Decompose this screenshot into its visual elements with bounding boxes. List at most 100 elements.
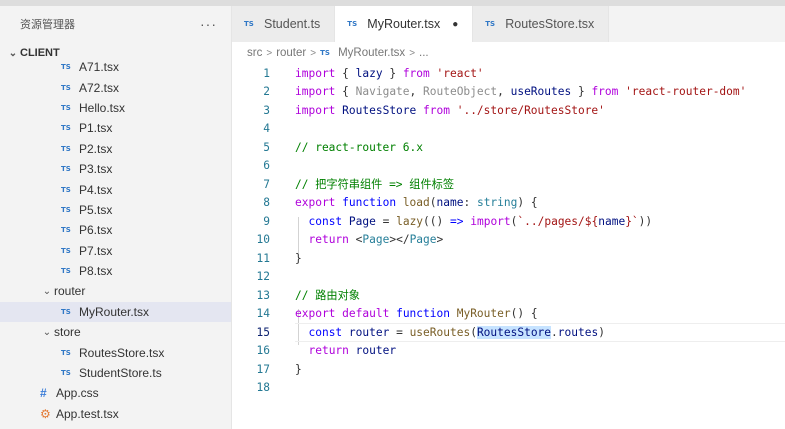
code-token: // 路由对象 <box>295 289 360 303</box>
code-text: // 路由对象 <box>295 287 360 303</box>
typescript-icon: TS <box>61 103 71 112</box>
code-token: return <box>308 344 349 358</box>
typescript-icon: TS <box>61 83 71 92</box>
file-item[interactable]: TS P2.tsx <box>0 139 231 159</box>
breadcrumb-item[interactable]: src <box>247 47 262 59</box>
code-line[interactable]: 16 return router <box>232 342 785 361</box>
file-item[interactable]: TS P7.tsx <box>0 241 231 261</box>
chevron-right-icon: > <box>409 47 416 59</box>
file-item[interactable]: TS P1.tsx <box>0 118 231 138</box>
tab-label: MyRouter.tsx <box>367 17 441 31</box>
file-item[interactable]: ⚙ App.test.tsx <box>0 404 231 424</box>
tab-routesstore-tsx[interactable]: TS RoutesStore.tsx <box>473 6 610 42</box>
code-line[interactable]: 7 // 把字符串组件 => 组件标签 <box>232 175 785 194</box>
unsaved-dot-icon[interactable]: ● <box>452 19 458 30</box>
code-editor[interactable]: 1 import { lazy } from 'react' 2 import { N… <box>232 64 785 429</box>
code-token: `../pages/${ <box>517 214 599 228</box>
code-token: > <box>436 233 444 247</box>
file-item[interactable]: TS Hello.tsx <box>0 98 231 118</box>
code-line[interactable]: 12 <box>232 268 785 287</box>
line-number: 12 <box>256 270 270 284</box>
code-token: export <box>295 307 336 321</box>
file-label: App.css <box>56 386 99 401</box>
folder-item[interactable]: ⌄ store <box>0 322 231 342</box>
file-item[interactable]: TS P6.tsx <box>0 220 231 240</box>
file-label: P8.tsx <box>79 264 113 279</box>
code-line[interactable]: 11} <box>232 249 785 268</box>
tab-myrouter-tsx[interactable]: TS MyRouter.tsx ● <box>335 6 474 42</box>
code-line[interactable]: 8 export function load(name: string) { <box>232 194 785 213</box>
file-item[interactable]: TS P4.tsx <box>0 179 231 199</box>
file-item[interactable]: TS P8.tsx <box>0 261 231 281</box>
code-token: import <box>295 85 336 99</box>
code-token: ) <box>598 325 605 339</box>
file-label: P2.tsx <box>79 141 113 156</box>
typescript-icon: TS <box>61 246 71 255</box>
file-label: MyRouter.tsx <box>79 304 150 319</box>
file-item[interactable]: TS A72.tsx <box>0 77 231 97</box>
code-token: , <box>497 85 511 99</box>
chevron-down-icon: ⌄ <box>42 326 52 338</box>
line-number: 14 <box>256 307 270 321</box>
breadcrumb-item[interactable]: ... <box>419 47 429 59</box>
file-label: Hello.tsx <box>79 100 126 115</box>
line-number: 5 <box>263 140 270 154</box>
file-item[interactable]: TS P3.tsx <box>0 159 231 179</box>
code-line[interactable]: 2 import { Navigate, RouteObject, useRout… <box>232 83 785 102</box>
file-item[interactable]: # App.css <box>0 383 231 403</box>
typescript-icon: TS <box>61 267 71 276</box>
code-line[interactable]: 6 <box>232 157 785 176</box>
file-item[interactable]: TS P5.tsx <box>0 200 231 220</box>
code-token: , <box>409 85 424 99</box>
file-item[interactable]: TS StudentStore.ts <box>0 363 231 383</box>
code-token: ) { <box>517 196 538 210</box>
file-item[interactable]: TS RoutesStore.tsx <box>0 342 231 362</box>
code-text: import { Navigate, RouteObject, useRoute… <box>295 85 746 98</box>
breadcrumb-item[interactable]: router <box>276 47 306 59</box>
code-token: { <box>335 85 356 99</box>
code-line[interactable]: 14 export default function MyRouter() { <box>232 305 785 324</box>
tab-student-ts[interactable]: TS Student.ts <box>232 6 336 42</box>
code-line[interactable]: 5 // react-router 6.x <box>232 138 785 157</box>
code-token: import <box>470 214 511 228</box>
code-token: () { <box>510 307 538 321</box>
more-actions-icon[interactable]: ··· <box>200 16 217 32</box>
code-line[interactable]: 18 <box>232 379 785 398</box>
tab-label: RoutesStore.tsx <box>505 17 595 31</box>
line-number: 15 <box>256 325 270 339</box>
folder-item[interactable]: ⌄ router <box>0 281 231 301</box>
code-line[interactable]: 4 <box>232 120 785 139</box>
code-token: 'react-router-dom' <box>625 85 747 99</box>
line-number: 3 <box>263 103 270 117</box>
code-token: router <box>348 325 390 339</box>
code-line[interactable]: 3 import RoutesStore from '../store/Route… <box>232 101 785 120</box>
code-token: Navigate <box>355 85 410 99</box>
code-line[interactable]: 9 const Page = lazy(() => import(`../pag… <box>232 212 785 231</box>
file-label: store <box>54 325 81 340</box>
code-text: const Page = lazy(() => import(`../pages… <box>295 215 652 228</box>
file-item[interactable]: TS A71.tsx <box>0 57 231 77</box>
code-text: import RoutesStore from '../store/Routes… <box>295 104 605 117</box>
line-number: 10 <box>256 233 270 247</box>
code-text: // react-router 6.x <box>295 141 423 154</box>
typescript-icon: TS <box>61 348 71 357</box>
file-label: P3.tsx <box>79 162 113 177</box>
breadcrumb-item[interactable]: MyRouter.tsx <box>338 47 405 59</box>
code-line[interactable]: 1 import { lazy } from 'react' <box>232 64 785 83</box>
code-token: import <box>295 103 336 117</box>
code-line[interactable]: 10 return <Page></Page> <box>232 231 785 250</box>
file-item[interactable]: TSApp.tsx <box>0 424 231 429</box>
line-number: 8 <box>263 196 270 210</box>
file-item[interactable]: TS MyRouter.tsx <box>0 301 231 323</box>
code-token: Page <box>362 233 390 247</box>
code-line[interactable]: 17} <box>232 360 785 379</box>
code-token: useRoutes <box>409 325 471 339</box>
code-line[interactable]: 13 // 路由对象 <box>232 286 785 305</box>
code-line[interactable]: 15 const router = useRoutes(RoutesStore.… <box>232 323 785 342</box>
code-token: routes <box>557 325 599 339</box>
